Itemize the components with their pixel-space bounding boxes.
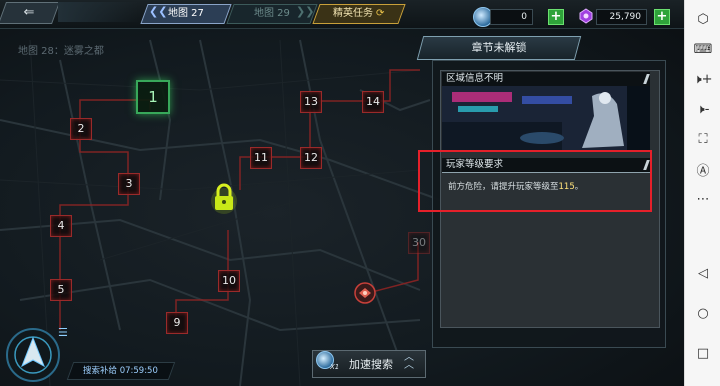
more-icon[interactable]: ⋯ (685, 188, 720, 210)
map-node-9[interactable]: 9 (166, 312, 188, 334)
accelerate-count: X1 (330, 363, 340, 371)
area-info-title: 区域信息不明 (442, 72, 650, 87)
chevron-left-icon: ❮❮ (149, 5, 168, 18)
map-node-3[interactable]: 3 (118, 173, 140, 195)
tab-elite-missions[interactable]: 精英任务 ⟳ (312, 4, 406, 24)
map-title: 地图 28：迷雾之都 (18, 46, 104, 57)
gem-currency-icon (579, 8, 593, 24)
refresh-icon: ⟳ (376, 8, 385, 19)
map-node-13[interactable]: 13 (300, 91, 322, 113)
game-screen: 地图 28：迷雾之都 1 2 3 4 5 9 10 11 12 13 14 30… (0, 0, 684, 386)
topbar-deco (58, 2, 138, 22)
add-currency2-button[interactable]: + (654, 9, 670, 25)
drone-marker-icon[interactable] (352, 280, 378, 306)
keyboard-icon[interactable]: ⌨ (685, 38, 720, 60)
panel-header: 章节未解锁 (416, 36, 582, 60)
back-button[interactable]: ⇐ (0, 2, 61, 24)
home-circle-icon[interactable]: ○ (685, 302, 720, 324)
back-triangle-icon[interactable]: ◁ (685, 262, 720, 284)
map-node-5[interactable]: 5 (50, 279, 72, 301)
volume-down-icon[interactable]: 🕨- (685, 98, 720, 120)
map-node-10[interactable]: 10 (218, 270, 240, 292)
accelerate-label: 加速搜索 (349, 358, 393, 371)
chevron-right-icon: ❯❯ (296, 5, 315, 18)
volume-up-icon[interactable]: 🕨+ (685, 68, 720, 90)
radar-button[interactable] (4, 326, 62, 384)
list-icon[interactable]: ☰ (58, 327, 70, 339)
currency1-value: 0 (490, 9, 533, 25)
map-node-1[interactable]: 1 (136, 80, 170, 114)
emulator-nav-rail: ⬡ ⌨ 🕨+ 🕨- ⛶ Ⓐ ⋯ ◁ ○ □ (684, 0, 720, 386)
map-node-4[interactable]: 4 (50, 215, 72, 237)
map-node-30[interactable]: 30 (408, 232, 430, 254)
currency2-value: 25,790 (596, 9, 647, 25)
recents-square-icon[interactable]: □ (685, 342, 720, 364)
map-node-11[interactable]: 11 (250, 147, 272, 169)
map-node-14[interactable]: 14 (362, 91, 384, 113)
lock-icon (211, 183, 237, 214)
highlight-box (418, 150, 652, 212)
top-bar: ⇐ 地图 27 ❮❮ 地图 29 ❯❯ 精英任务 ⟳ 0 + 25,790 + (0, 0, 684, 29)
settings-hex-icon[interactable]: ⬡ (685, 8, 720, 30)
map-node-12[interactable]: 12 (300, 147, 322, 169)
search-supply-timer: 搜索补给 07:59:50 (66, 362, 176, 380)
back-arrow-icon: ⇐ (23, 5, 35, 20)
fullscreen-icon[interactable]: ⛶ (685, 128, 720, 150)
area-artwork (442, 86, 650, 150)
auto-icon[interactable]: Ⓐ (685, 158, 720, 180)
map-node-2[interactable]: 2 (70, 118, 92, 140)
add-currency1-button[interactable]: + (548, 9, 564, 25)
chevron-up-icon: ︿ ︿ (404, 352, 414, 371)
